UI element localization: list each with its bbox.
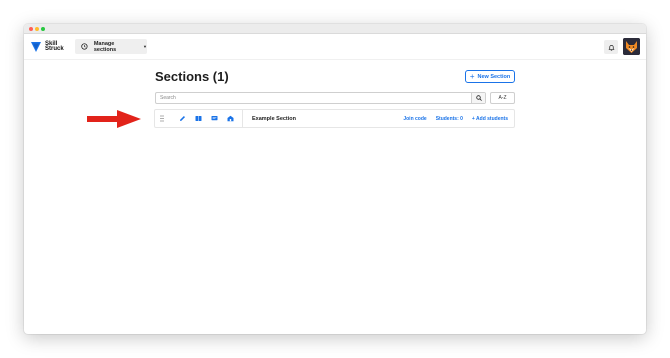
close-window-button[interactable] xyxy=(29,27,33,31)
book-icon[interactable] xyxy=(194,115,202,123)
plus-icon: + xyxy=(469,72,475,81)
row-divider xyxy=(242,109,243,128)
search-button[interactable] xyxy=(471,93,485,103)
edit-icon[interactable] xyxy=(178,115,186,123)
caret-down-icon: ▼ xyxy=(143,44,147,49)
window-titlebar xyxy=(24,24,646,34)
browser-window: Skill Struck Manage sections ▼ Sections … xyxy=(24,24,646,334)
add-students-link[interactable]: + Add students xyxy=(472,116,508,122)
manage-sections-dropdown[interactable]: Manage sections ▼ xyxy=(75,39,147,54)
section-actions xyxy=(178,115,242,123)
students-count-link[interactable]: Students: 0 xyxy=(436,116,463,122)
section-row: Example Section Join code Students: 0 + … xyxy=(154,109,515,128)
red-arrow-annotation xyxy=(87,110,141,128)
app-header: Skill Struck Manage sections ▼ xyxy=(24,34,646,60)
maximize-window-button[interactable] xyxy=(41,27,45,31)
logo-text: Skill Struck xyxy=(45,41,69,53)
pencil-glyph xyxy=(179,116,185,121)
search-input[interactable] xyxy=(156,93,471,103)
minimize-window-button[interactable] xyxy=(35,27,39,31)
new-section-button[interactable]: + New Section xyxy=(465,70,515,83)
search-icon xyxy=(475,95,482,101)
school-icon[interactable] xyxy=(226,115,234,123)
bell-icon xyxy=(607,44,615,51)
fox-avatar-icon xyxy=(623,38,640,55)
message-glyph xyxy=(211,116,217,121)
new-section-label: New Section xyxy=(477,73,511,80)
sort-az-label: A-Z xyxy=(498,95,507,101)
skill-struck-logo[interactable]: Skill Struck xyxy=(30,39,69,55)
join-code-link[interactable]: Join code xyxy=(403,116,426,122)
grip-dots xyxy=(160,115,164,122)
notifications-button[interactable] xyxy=(604,40,618,54)
search-bar xyxy=(155,92,486,104)
add-students-label: Add students xyxy=(476,115,508,122)
page-title: Sections (1) xyxy=(155,69,229,84)
book-glyph xyxy=(195,116,201,121)
drag-handle-icon[interactable] xyxy=(160,115,168,122)
logo-icon xyxy=(31,42,41,52)
logo-text-line2: Struck xyxy=(45,46,64,52)
clock-icon xyxy=(81,43,88,50)
message-icon[interactable] xyxy=(210,115,218,123)
user-avatar[interactable] xyxy=(623,38,640,55)
section-name[interactable]: Example Section xyxy=(252,116,403,122)
school-glyph xyxy=(227,115,233,122)
manage-sections-label: Manage sections xyxy=(93,40,117,53)
sort-az-button[interactable]: A-Z xyxy=(490,92,515,104)
